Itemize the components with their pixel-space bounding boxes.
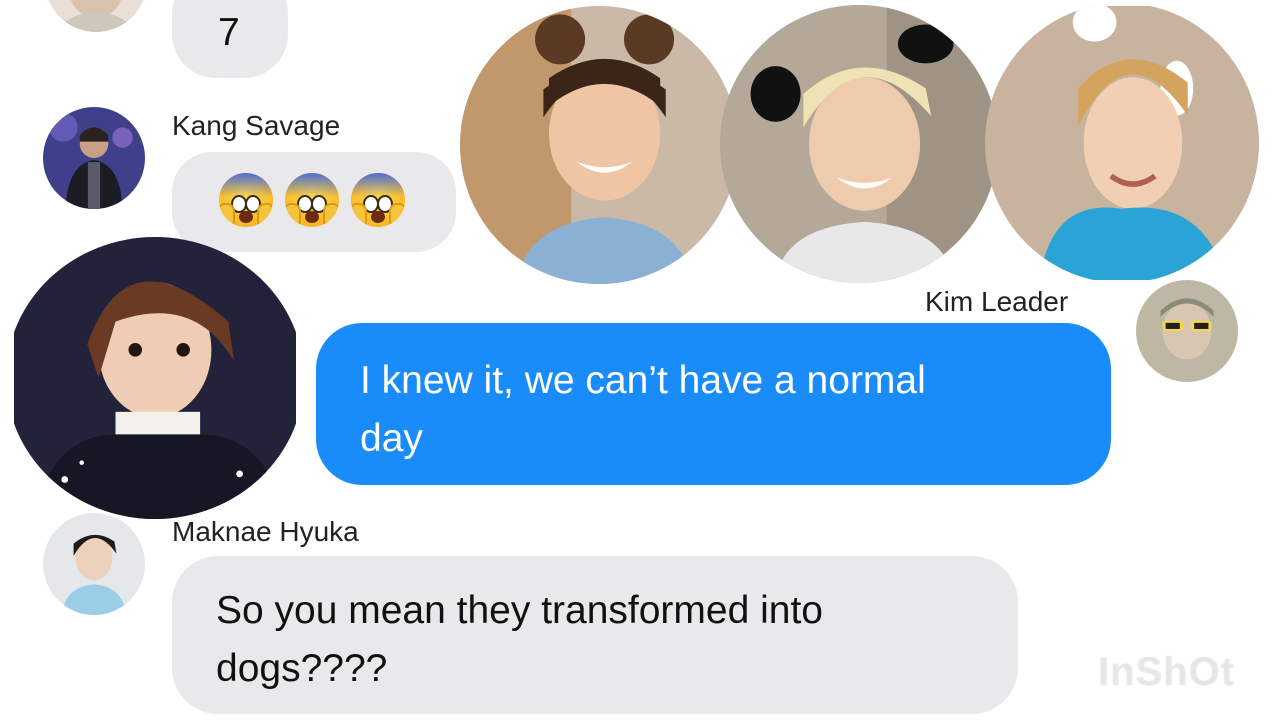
boy-with-white-ears-photo: [985, 3, 1259, 283]
screaming-face-emoji: [219, 173, 273, 227]
surprised-boy-photo: [6, 237, 304, 519]
screaming-face-emoji: [285, 173, 339, 227]
sender-name: Kang Savage: [172, 110, 341, 141]
kim-leader-avatar[interactable]: [1136, 280, 1238, 382]
emoji-row: [219, 173, 405, 227]
sender-name: Kim Leader: [925, 286, 1069, 317]
message-bubble-3[interactable]: I knew it, we can’t have a normal day: [316, 323, 1111, 485]
screaming-face-emoji: [351, 173, 405, 227]
message-bubble-1[interactable]: 7: [172, 0, 288, 78]
message-text: 7: [218, 11, 240, 54]
chat-screen: 7 Kang Savage Kim Leader I knew it, we c…: [0, 0, 1280, 720]
sender-name: Maknae Hyuka: [172, 516, 359, 547]
watermark: InShOt: [1098, 650, 1236, 694]
message-text-line1: I knew it, we can’t have a normal: [360, 359, 926, 402]
maknae-hyuka-avatar[interactable]: [43, 513, 145, 615]
boy-with-bear-ears-photo: [460, 6, 738, 284]
sender-avatar-top[interactable]: [45, 0, 147, 32]
message-text-line2: dogs????: [216, 647, 388, 690]
message-text-line1: So you mean they transformed into: [216, 589, 823, 632]
message-bubble-4[interactable]: So you mean they transformed into dogs??…: [172, 556, 1018, 714]
message-text-line2: day: [360, 417, 423, 460]
kang-savage-avatar[interactable]: [43, 107, 145, 209]
boy-with-panda-ears-photo: [720, 5, 998, 283]
